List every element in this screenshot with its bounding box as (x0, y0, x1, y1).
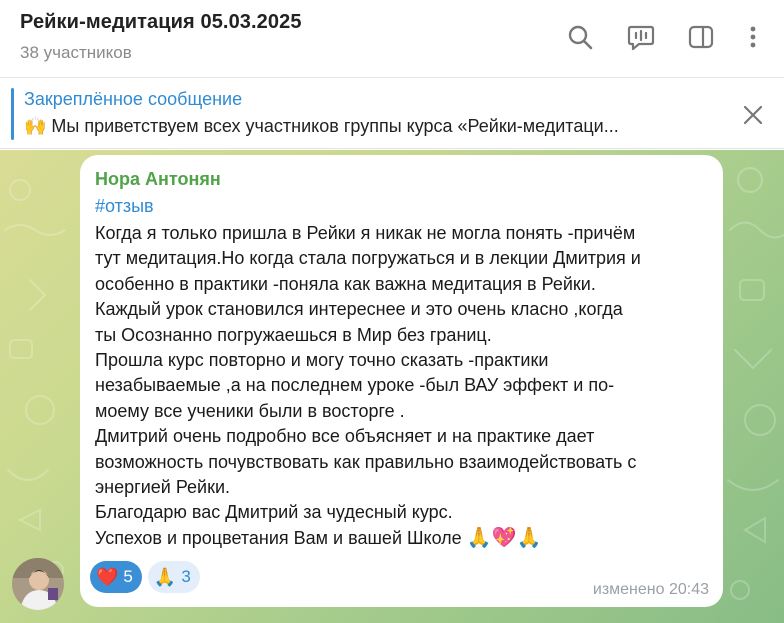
message-line-last: Успехов и процветания Вам и вашей Школе … (95, 526, 715, 551)
chat-background: Нора Антонян #отзыв Когда я только пришл… (0, 150, 784, 623)
more-vertical-icon[interactable] (736, 20, 770, 54)
heart-emoji: ❤️ (96, 566, 119, 587)
close-icon[interactable] (738, 100, 768, 130)
message-line: Дмитрий очень подробно все объясняет и н… (95, 426, 595, 447)
message-line: Каждый урок становился интереснее и это … (95, 299, 623, 320)
message-line: тут медитация.Но когда стала погружаться… (95, 248, 641, 269)
message-line: Когда я только пришла в Рейки я никак не… (95, 223, 636, 243)
message-bubble[interactable]: Нора Антонян #отзыв Когда я только пришл… (80, 155, 723, 607)
message-line: незабываемые ,а на последнем уроке -был … (95, 375, 615, 396)
pinned-message[interactable]: Закреплённое сообщение 🙌 Мы приветствуем… (0, 79, 784, 149)
sidebar-toggle-icon[interactable] (684, 20, 718, 54)
edited-timestamp: изменено 20:43 (592, 581, 709, 598)
hashtag-link[interactable]: #отзыв (95, 196, 154, 217)
participants-count[interactable]: 38 участников (20, 43, 132, 63)
message-line: особенно в практики -поняла как важна ме… (95, 273, 596, 294)
message-author[interactable]: Нора Антонян (95, 169, 221, 190)
pinned-text: 🙌 Мы приветствуем всех участников группы… (24, 116, 619, 136)
message-last-text: Успехов и процветания Вам и вашей Школе (95, 527, 462, 548)
message-line: возможность почувствовать как правильно … (95, 451, 637, 472)
message-line: Прошла курс повторно и могу точно сказат… (95, 350, 549, 371)
reaction-heart[interactable]: ❤️ 5 (90, 561, 142, 593)
reaction-count: 3 (181, 567, 191, 586)
search-icon[interactable] (563, 20, 597, 54)
reactions-bar: ❤️ 5 🙏 3 (90, 561, 200, 593)
message-line: ты Осознанно погружаешься в Мир без гран… (95, 324, 492, 345)
message-text: Когда я только пришла в Рейки я никак не… (95, 221, 715, 551)
chat-title[interactable]: Рейки-медитация 05.03.2025 (20, 11, 302, 34)
pinned-indicator-bar (11, 88, 14, 140)
message-line: Благодарю вас Дмитрий за чудесный курс. (95, 502, 453, 523)
reaction-pray[interactable]: 🙏 3 (147, 561, 200, 593)
pray-emoji: 🙏 (153, 566, 177, 587)
avatar[interactable] (12, 558, 64, 610)
chat-header: Рейки-медитация 05.03.2025 38 участников (0, 0, 784, 78)
pinned-title: Закреплённое сообщение (24, 89, 243, 109)
reaction-count: 5 (123, 567, 133, 586)
message-line: энергией Рейки. (95, 477, 231, 498)
emoji-group: 🙏💖🙏 (466, 526, 542, 549)
video-chat-icon[interactable] (624, 20, 658, 54)
message-line: моему все ученики были в восторге . (95, 400, 405, 421)
